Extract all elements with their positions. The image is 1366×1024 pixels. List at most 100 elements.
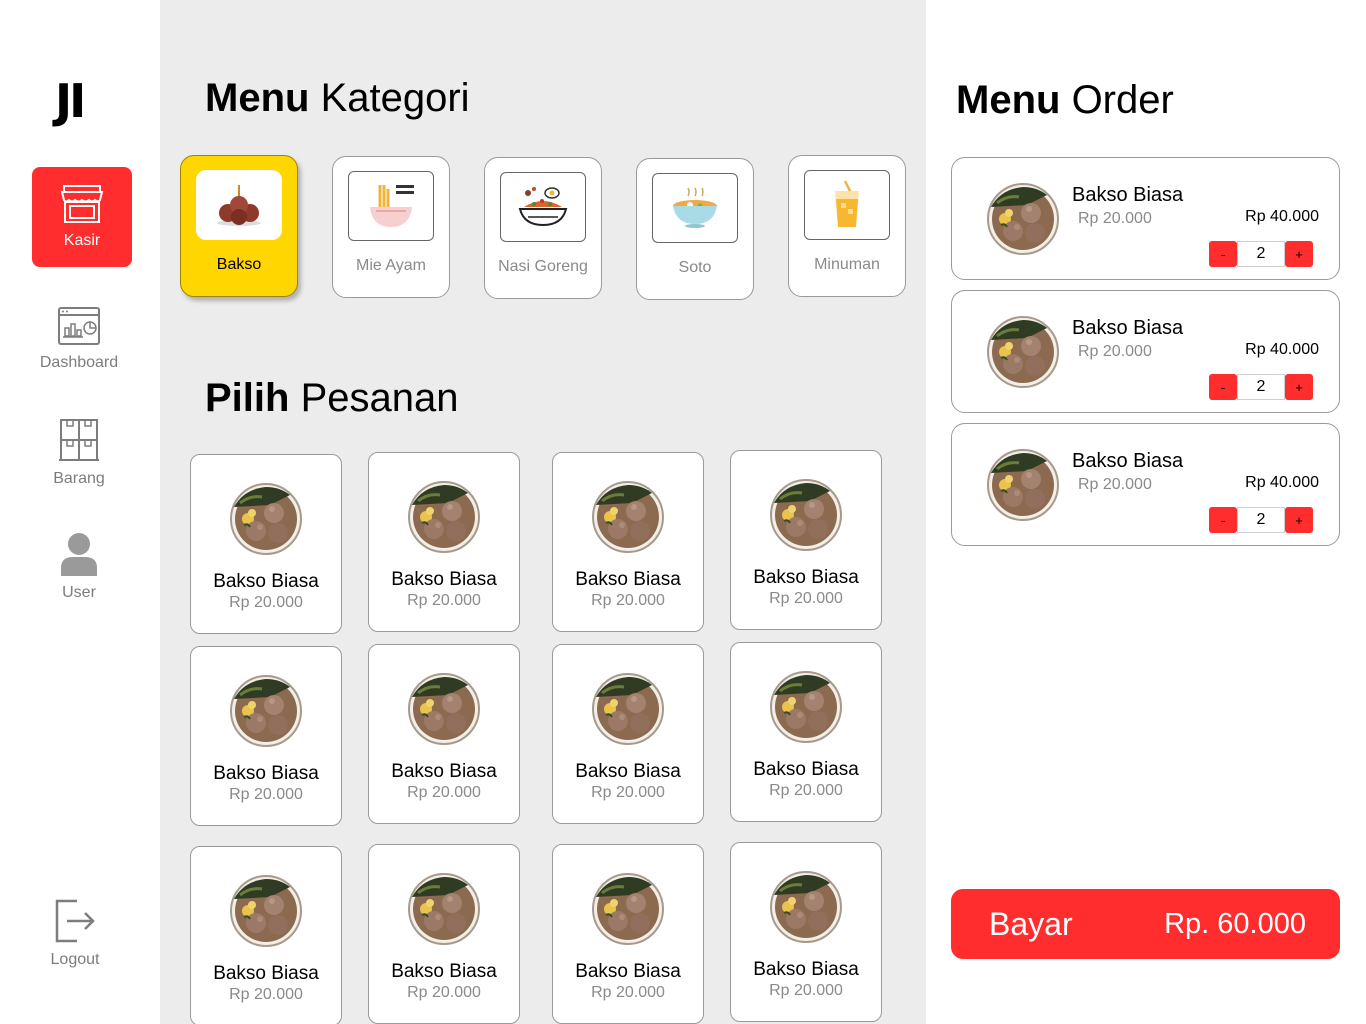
food-price: Rp 20.000 (407, 984, 481, 1001)
quantity-stepper: - 2 + (1209, 374, 1313, 400)
food-card[interactable]: Bakso Biasa Rp 20.000 (552, 844, 704, 1024)
dashboard-icon (57, 306, 101, 346)
pay-total: Rp. 60.000 (1164, 907, 1306, 940)
food-price: Rp 20.000 (407, 784, 481, 801)
food-card[interactable]: Bakso Biasa Rp 20.000 (552, 644, 704, 824)
bakso-bowl-image (770, 871, 842, 943)
food-card[interactable]: Bakso Biasa Rp 20.000 (368, 452, 520, 632)
order-item-price: Rp 20.000 (1078, 476, 1152, 493)
kategori-title-bold: Menu (205, 76, 310, 120)
category-nasi-goreng[interactable]: Nasi Goreng (484, 157, 602, 299)
logout-icon (53, 899, 97, 943)
menu-panel: Menu Kategori Bakso Mie Ayam Nasi Goreng… (160, 0, 926, 1024)
category-minuman[interactable]: Minuman (788, 155, 906, 297)
food-name: Bakso Biasa (575, 569, 681, 590)
boxes-icon (57, 418, 101, 462)
pay-button[interactable]: Bayar Rp. 60.000 (951, 889, 1340, 959)
order-item-name: Bakso Biasa (1072, 450, 1184, 472)
food-card[interactable]: Bakso Biasa Rp 20.000 (368, 644, 520, 824)
decrement-button[interactable]: - (1209, 507, 1237, 533)
food-price: Rp 20.000 (407, 592, 481, 609)
food-name: Bakso Biasa (753, 959, 859, 980)
food-name: Bakso Biasa (575, 761, 681, 782)
food-price: Rp 20.000 (591, 784, 665, 801)
food-price: Rp 20.000 (591, 592, 665, 609)
bakso-bowl-image (230, 675, 302, 747)
food-price: Rp 20.000 (229, 594, 303, 611)
sidebar-item-kasir[interactable]: Kasir (32, 167, 132, 267)
sidebar-item-dashboard[interactable]: Dashboard (29, 289, 129, 389)
increment-button[interactable]: + (1285, 507, 1313, 533)
logout-button[interactable]: Logout (25, 884, 125, 984)
food-price: Rp 20.000 (769, 982, 843, 999)
bakso-bowl-image (592, 481, 664, 553)
order-item-price: Rp 20.000 (1078, 343, 1152, 360)
food-card[interactable]: Bakso Biasa Rp 20.000 (730, 842, 882, 1022)
food-card[interactable]: Bakso Biasa Rp 20.000 (190, 846, 342, 1024)
kategori-title-light: Kategori (320, 76, 470, 120)
bakso-bowl-image (987, 183, 1059, 255)
order-item: Bakso Biasa Rp 20.000 Rp 40.000 - 2 + (951, 423, 1340, 546)
app-logo: JI (55, 74, 86, 128)
food-price: Rp 20.000 (229, 786, 303, 803)
food-name: Bakso Biasa (213, 763, 319, 784)
food-card[interactable]: Bakso Biasa Rp 20.000 (190, 646, 342, 826)
user-icon (59, 532, 99, 576)
category-label: Minuman (814, 256, 880, 273)
noodle-icon (348, 171, 434, 241)
bakso-bowl-image (230, 483, 302, 555)
order-item-name: Bakso Biasa (1072, 184, 1184, 206)
bakso-bowl-image (987, 316, 1059, 388)
quantity-field[interactable]: 2 (1237, 374, 1285, 400)
decrement-button[interactable]: - (1209, 241, 1237, 267)
category-mie-ayam[interactable]: Mie Ayam (332, 156, 450, 298)
order-item-total: Rp 40.000 (1245, 208, 1319, 225)
food-card[interactable]: Bakso Biasa Rp 20.000 (730, 450, 882, 630)
food-name: Bakso Biasa (391, 761, 497, 782)
food-name: Bakso Biasa (753, 567, 859, 588)
kategori-title: Menu Kategori (205, 76, 470, 121)
bakso-bowl-image (770, 479, 842, 551)
sidebar-item-barang[interactable]: Barang (29, 403, 129, 503)
increment-button[interactable]: + (1285, 241, 1313, 267)
food-name: Bakso Biasa (213, 571, 319, 592)
food-card[interactable]: Bakso Biasa Rp 20.000 (190, 454, 342, 634)
category-label: Soto (678, 259, 712, 276)
drink-icon (804, 170, 890, 240)
soup-icon (652, 173, 738, 243)
order-item-price: Rp 20.000 (1078, 210, 1152, 227)
bakso-bowl-image (592, 873, 664, 945)
quantity-stepper: - 2 + (1209, 507, 1313, 533)
quantity-field[interactable]: 2 (1237, 241, 1285, 267)
sidebar-item-label: Kasir (63, 232, 101, 249)
sidebar: JI Kasir Dashboard Barang User Logout (0, 0, 160, 1024)
decrement-button[interactable]: - (1209, 374, 1237, 400)
food-price: Rp 20.000 (769, 782, 843, 799)
food-name: Bakso Biasa (575, 961, 681, 982)
bakso-bowl-image (230, 875, 302, 947)
food-price: Rp 20.000 (229, 986, 303, 1003)
sidebar-item-user[interactable]: User (29, 517, 129, 617)
category-soto[interactable]: Soto (636, 158, 754, 300)
food-price: Rp 20.000 (591, 984, 665, 1001)
increment-button[interactable]: + (1285, 374, 1313, 400)
bakso-bowl-image (592, 673, 664, 745)
meatball-icon (196, 170, 282, 240)
order-panel: Menu Order Bakso Biasa Rp 20.000 Rp 40.0… (926, 0, 1366, 1024)
pay-label: Bayar (989, 905, 1073, 942)
food-card[interactable]: Bakso Biasa Rp 20.000 (730, 642, 882, 822)
order-title: Menu Order (956, 78, 1174, 123)
quantity-field[interactable]: 2 (1237, 507, 1285, 533)
category-label: Bakso (216, 256, 262, 273)
food-name: Bakso Biasa (391, 961, 497, 982)
food-price: Rp 20.000 (769, 590, 843, 607)
bakso-bowl-image (408, 481, 480, 553)
sidebar-item-label: Barang (53, 470, 105, 487)
bakso-bowl-image (770, 671, 842, 743)
food-card[interactable]: Bakso Biasa Rp 20.000 (368, 844, 520, 1024)
quantity-stepper: - 2 + (1209, 241, 1313, 267)
bakso-bowl-image (987, 449, 1059, 521)
category-bakso[interactable]: Bakso (180, 155, 298, 297)
food-name: Bakso Biasa (753, 759, 859, 780)
food-card[interactable]: Bakso Biasa Rp 20.000 (552, 452, 704, 632)
